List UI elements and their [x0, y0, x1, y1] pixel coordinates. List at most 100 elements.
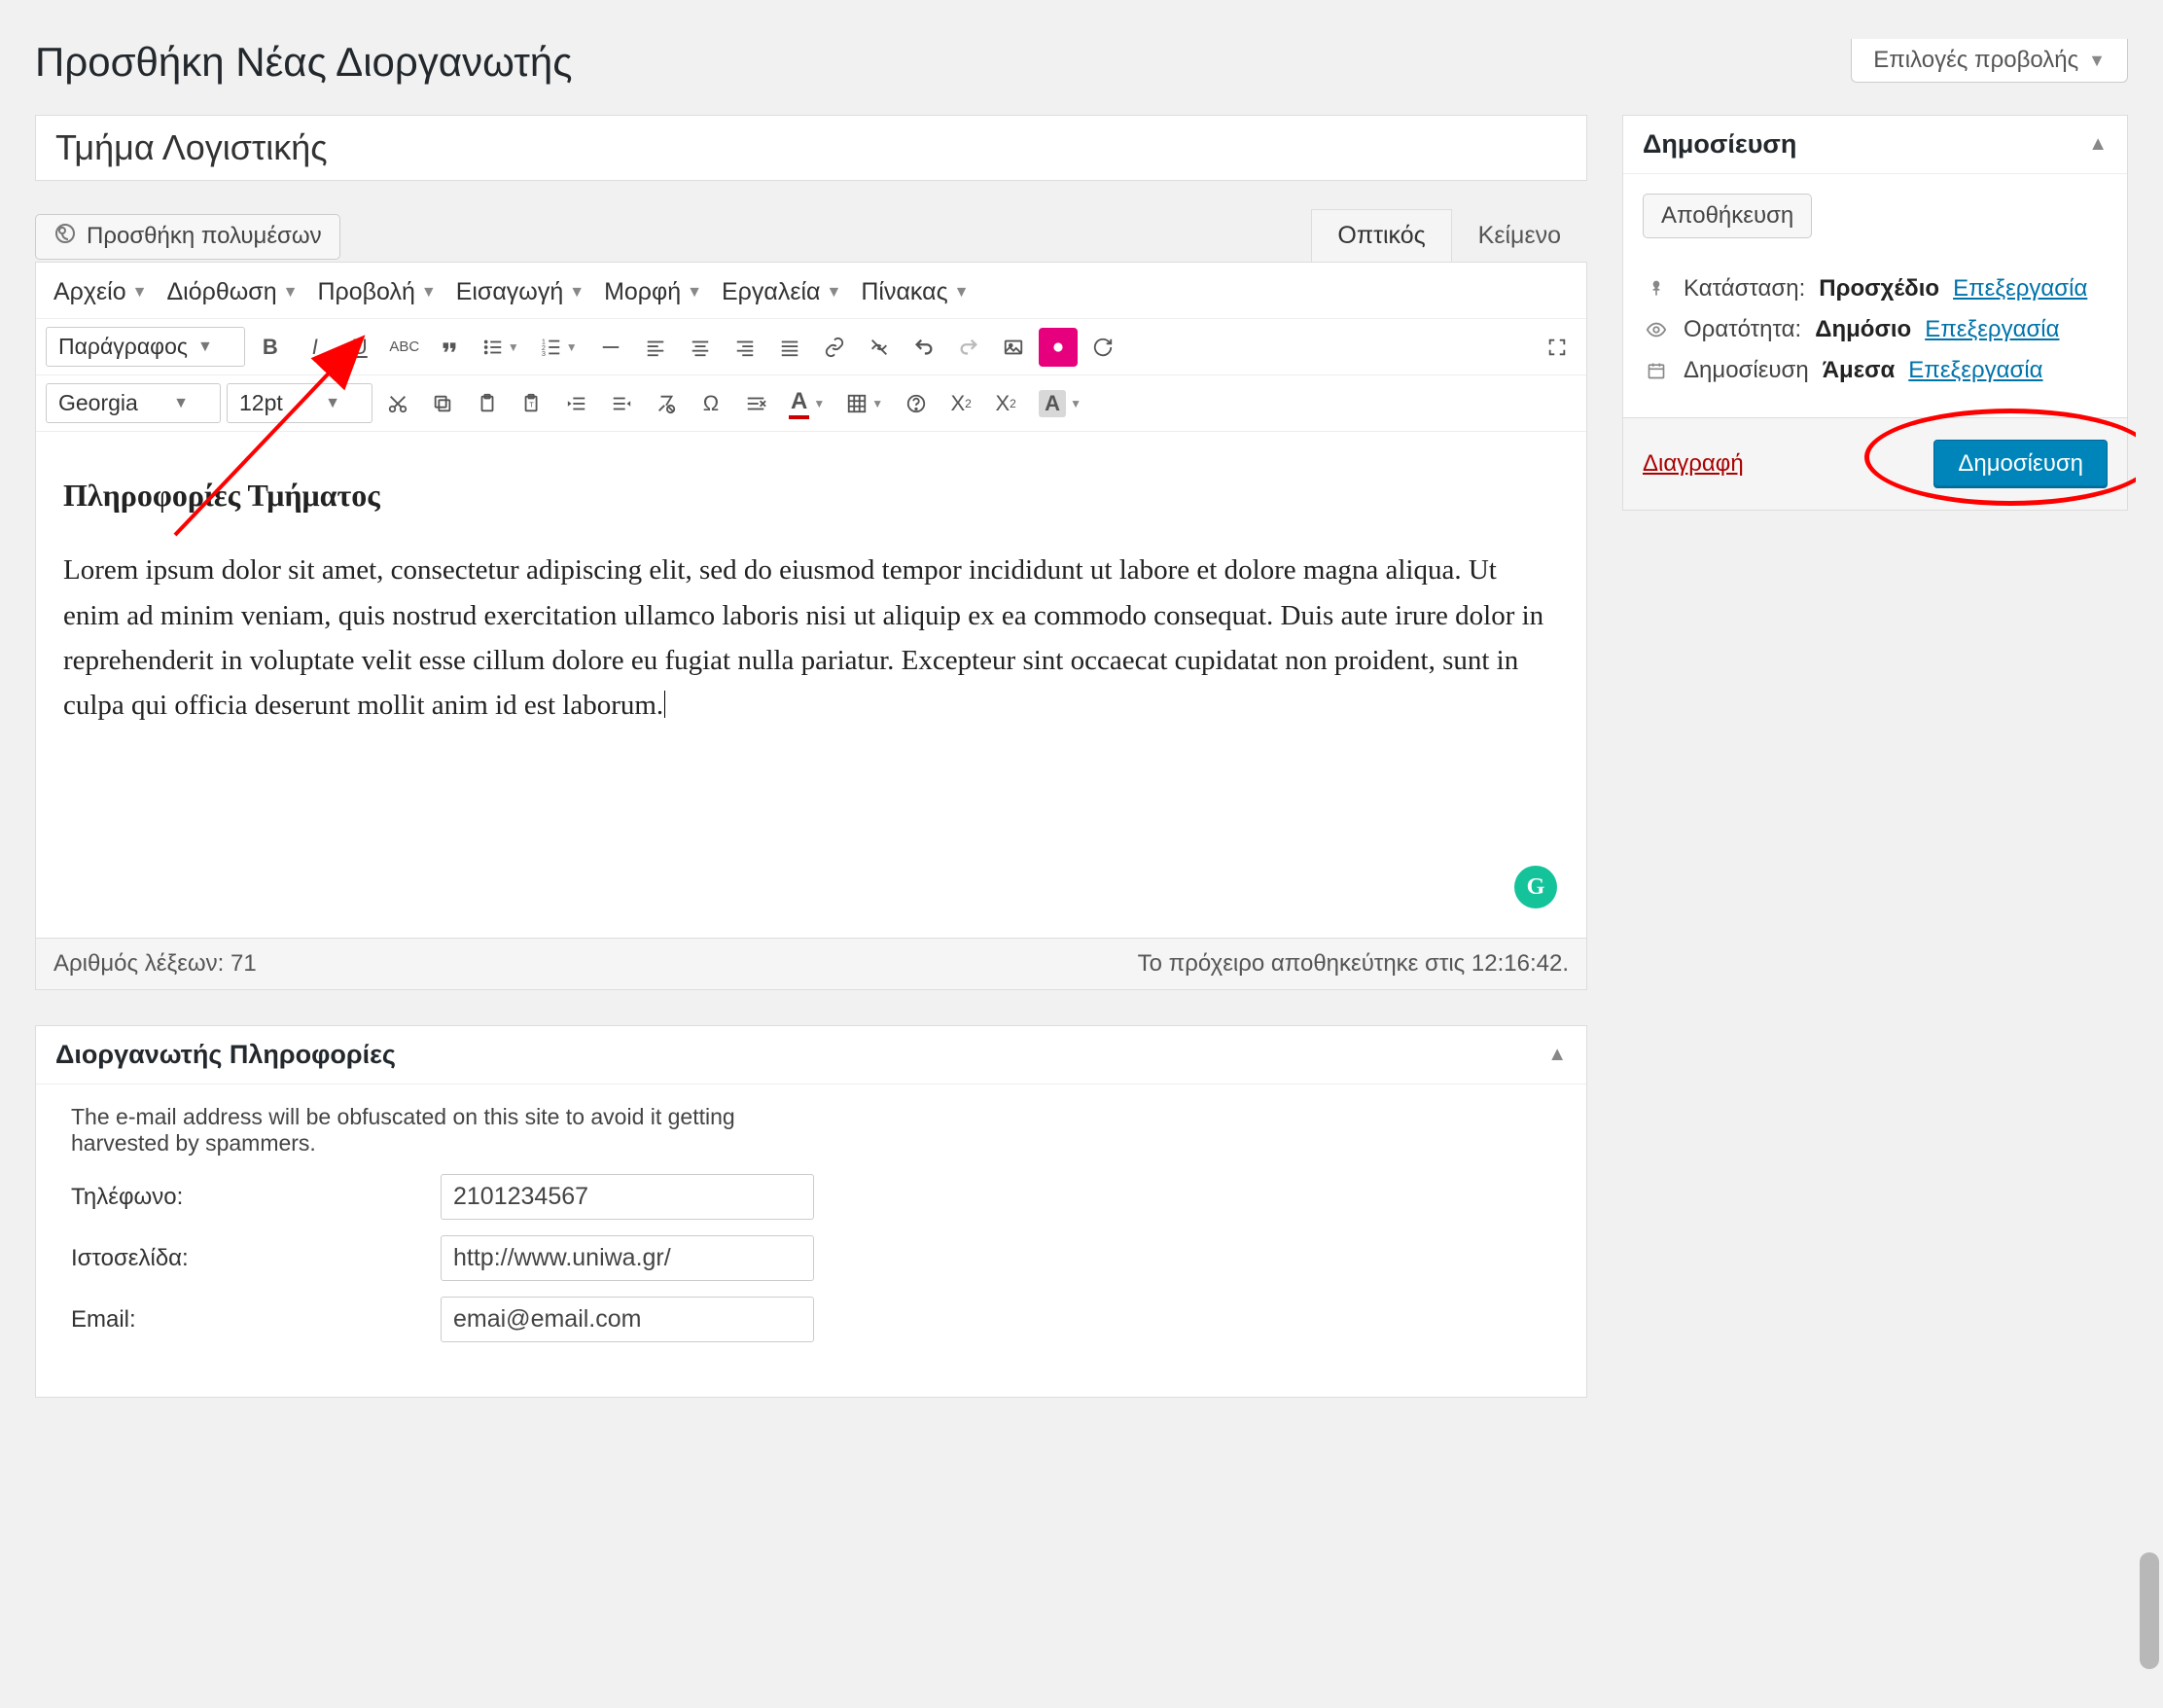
scrollbar-thumb[interactable]: [2140, 1552, 2159, 1669]
link-button[interactable]: [815, 328, 854, 367]
align-left-button[interactable]: [636, 328, 675, 367]
cut-button[interactable]: [378, 384, 417, 423]
special-char-button[interactable]: Ω: [691, 384, 730, 423]
help-button[interactable]: [897, 384, 936, 423]
menu-tools[interactable]: Εργαλεία▼: [714, 272, 849, 312]
organizer-metabox-body: The e-mail address will be obfuscated on…: [36, 1085, 1586, 1397]
background-color-button[interactable]: A▼: [1031, 384, 1089, 423]
subscript-button[interactable]: X2: [941, 384, 980, 423]
email-label: Email:: [71, 1306, 441, 1334]
editor-statusbar: Αριθμός λέξεων: 71 Το πρόχειρο αποθηκεύτ…: [35, 939, 1587, 990]
editor-toolbar-2: Georgia▼ 12pt▼ T Ω A▼ ▼ X2 X2 A▼: [36, 375, 1586, 432]
text-color-button[interactable]: A▼: [781, 384, 833, 423]
screen-options-label: Επιλογές προβολής: [1873, 47, 2078, 74]
editor-tabs: Οπτικός Κείμενο: [1311, 209, 1587, 263]
align-center-button[interactable]: [681, 328, 720, 367]
menu-format[interactable]: Μορφή▼: [596, 272, 710, 312]
undo-button[interactable]: [904, 328, 943, 367]
phone-label: Τηλέφωνο:: [71, 1184, 441, 1211]
phone-input[interactable]: [441, 1174, 814, 1220]
content-heading: Πληροφορίες Τμήματος: [63, 471, 1559, 520]
paste-text-button[interactable]: T: [513, 384, 551, 423]
website-label: Ιστοσελίδα:: [71, 1245, 441, 1272]
hr-button[interactable]: [591, 328, 630, 367]
caret-down-icon: ▼: [283, 284, 299, 302]
numbered-list-button[interactable]: 123 ▼: [533, 328, 585, 367]
insert-image-button[interactable]: [994, 328, 1033, 367]
clear-formatting-button[interactable]: [647, 384, 686, 423]
block-format-select[interactable]: Παράγραφος▼: [46, 327, 245, 367]
post-title-input[interactable]: [35, 115, 1587, 181]
save-draft-button[interactable]: Αποθήκευση: [1643, 194, 1812, 238]
blockquote-button[interactable]: [430, 328, 469, 367]
align-right-button[interactable]: [726, 328, 764, 367]
tab-visual[interactable]: Οπτικός: [1311, 209, 1451, 262]
caret-down-icon: ▼: [2088, 51, 2106, 71]
visibility-row: Ορατότητα: Δημόσιο Επεξεργασία: [1643, 316, 2108, 343]
screen-options-toggle[interactable]: Επιλογές προβολής ▼: [1851, 39, 2128, 83]
indent-button[interactable]: [602, 384, 641, 423]
caret-down-icon: ▼: [827, 284, 842, 302]
align-justify-button[interactable]: [770, 328, 809, 367]
edit-publish-date-link[interactable]: Επεξεργασία: [1908, 357, 2042, 384]
caret-down-icon: ▼: [173, 395, 189, 412]
word-count: Αριθμός λέξεων: 71: [53, 950, 257, 978]
menu-file[interactable]: Αρχείο▼: [46, 272, 155, 312]
bullet-list-button[interactable]: ▼: [475, 328, 527, 367]
status-value: Προσχέδιο: [1819, 275, 1939, 302]
menu-table[interactable]: Πίνακας▼: [853, 272, 976, 312]
eye-icon: [1643, 319, 1670, 340]
content-body: Lorem ipsum dolor sit amet, consectetur …: [63, 548, 1559, 729]
edit-visibility-link[interactable]: Επεξεργασία: [1925, 316, 2059, 343]
font-family-select[interactable]: Georgia▼: [46, 383, 221, 423]
caret-down-icon: ▼: [566, 340, 578, 354]
organizer-info-metabox: Διοργανωτής Πληροφορίες ▲ The e-mail add…: [35, 1025, 1587, 1398]
caret-up-icon: ▲: [2088, 133, 2108, 156]
font-size-select[interactable]: 12pt▼: [227, 383, 372, 423]
record-icon[interactable]: [1039, 328, 1078, 367]
menu-insert[interactable]: Εισαγωγή▼: [448, 272, 592, 312]
organizer-metabox-title: Διοργανωτής Πληροφορίες: [55, 1040, 396, 1070]
remove-format-button[interactable]: [736, 384, 775, 423]
add-media-label: Προσθήκη πολυμέσων: [87, 223, 322, 250]
publish-metabox-toggle[interactable]: Δημοσίευση ▲: [1623, 116, 2127, 174]
caret-down-icon: ▼: [197, 338, 213, 356]
redo-button[interactable]: [949, 328, 988, 367]
menu-edit[interactable]: Διόρθωση▼: [159, 272, 305, 312]
superscript-button[interactable]: X2: [986, 384, 1025, 423]
strikethrough-button[interactable]: ABC: [385, 328, 424, 367]
website-input[interactable]: [441, 1235, 814, 1281]
editor-toolbar-1: Παράγραφος▼ B I U ABC ▼ 123 ▼: [36, 319, 1586, 375]
status-row: Κατάσταση: Προσχέδιο Επεξεργασία: [1643, 275, 2108, 302]
draft-saved-text: Το πρόχειρο αποθηκεύτηκε στις 12:16:42.: [1138, 950, 1569, 978]
italic-button[interactable]: I: [296, 328, 335, 367]
grammarly-icon[interactable]: G: [1514, 866, 1557, 908]
table-button[interactable]: ▼: [838, 384, 891, 423]
caret-down-icon: ▼: [508, 340, 519, 354]
publish-metabox-title: Δημοσίευση: [1643, 129, 1796, 160]
add-media-button[interactable]: Προσθήκη πολυμέσων: [35, 214, 340, 260]
unlink-button[interactable]: [860, 328, 899, 367]
page-title: Προσθήκη Νέας Διοργανωτής: [35, 39, 2128, 86]
paste-button[interactable]: [468, 384, 507, 423]
calendar-icon: [1643, 361, 1670, 380]
tab-text[interactable]: Κείμενο: [1452, 209, 1587, 262]
menu-view[interactable]: Προβολή▼: [309, 272, 443, 312]
visibility-value: Δημόσιο: [1815, 316, 1911, 343]
page-scrollbar[interactable]: [2136, 39, 2163, 1708]
copy-button[interactable]: [423, 384, 462, 423]
organizer-metabox-toggle[interactable]: Διοργανωτής Πληροφορίες ▲: [36, 1026, 1586, 1085]
editor-content-area[interactable]: Πληροφορίες Τμήματος Lorem ipsum dolor s…: [36, 432, 1586, 938]
outdent-button[interactable]: [557, 384, 596, 423]
email-input[interactable]: [441, 1297, 814, 1342]
refresh-button[interactable]: [1083, 328, 1122, 367]
publish-button[interactable]: Δημοσίευση: [1933, 440, 2108, 488]
caret-down-icon: ▼: [1070, 397, 1082, 410]
underline-button[interactable]: U: [340, 328, 379, 367]
bold-button[interactable]: B: [251, 328, 290, 367]
caret-down-icon: ▼: [813, 397, 825, 410]
move-to-trash-link[interactable]: Διαγραφή: [1643, 450, 1744, 478]
edit-status-link[interactable]: Επεξεργασία: [1953, 275, 2087, 302]
caret-down-icon: ▼: [325, 395, 340, 412]
fullscreen-button[interactable]: [1538, 328, 1577, 367]
